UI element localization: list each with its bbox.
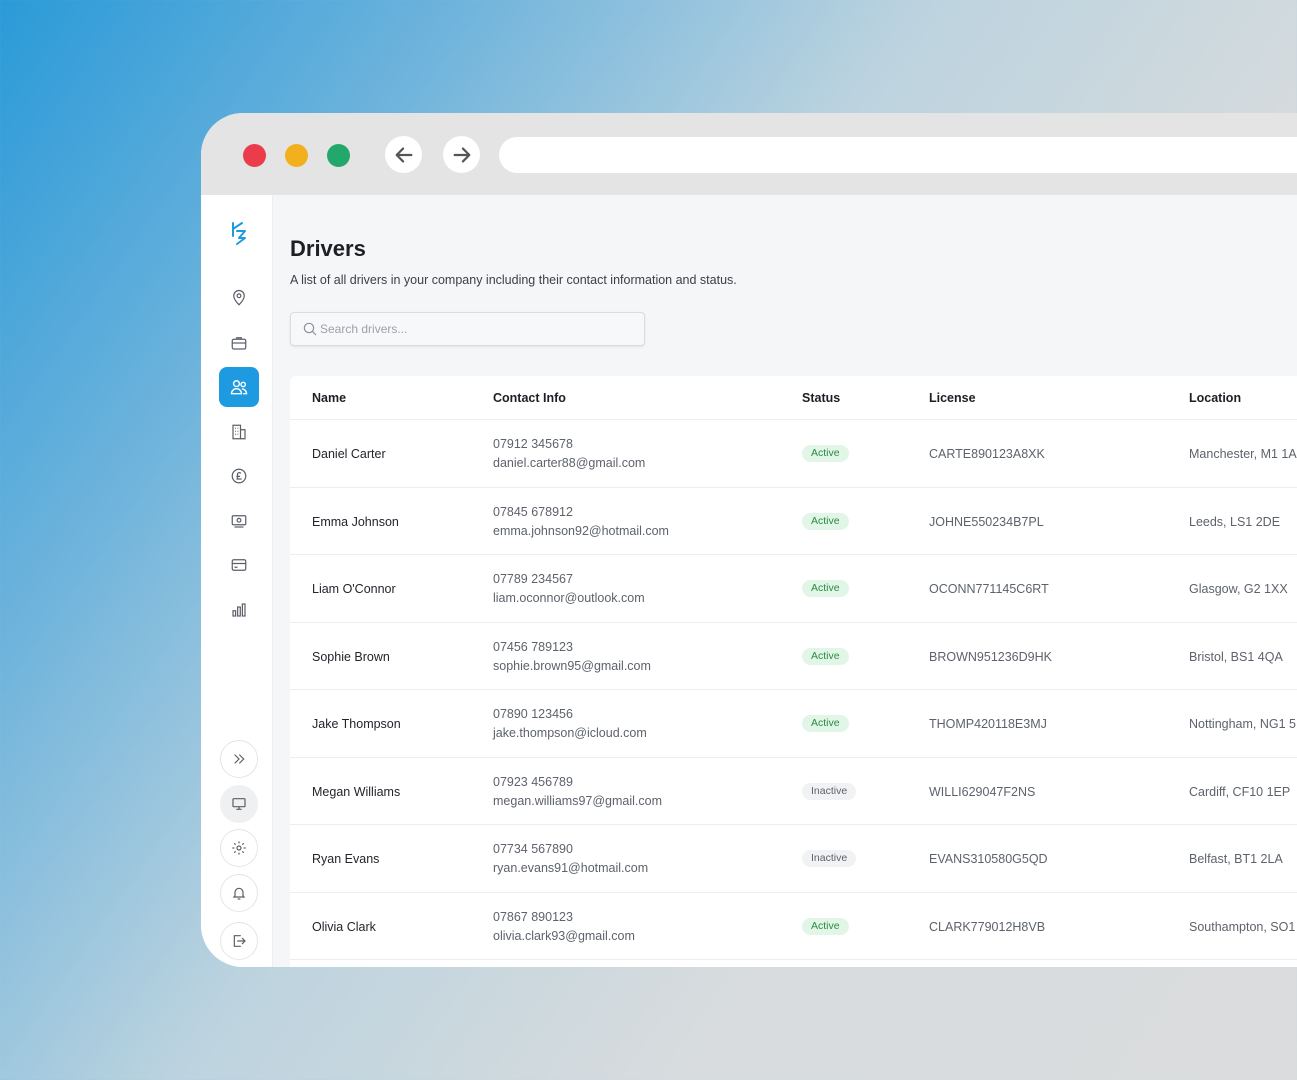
driver-license: OCONN771145C6RT: [929, 582, 1049, 596]
driver-name: Olivia Clark: [312, 919, 376, 934]
table-header: Name Contact Info Status License Locatio…: [290, 376, 1297, 420]
driver-location: Southampton, SO1: [1189, 919, 1296, 934]
driver-email: olivia.clark93@gmail.com: [493, 928, 635, 943]
column-header-license[interactable]: License: [929, 391, 976, 405]
drivers-table: Name Contact Info Status License Locatio…: [290, 376, 1297, 967]
table-row[interactable]: Liam O'Connor 07789 234567 liam.oconnor@…: [290, 555, 1297, 623]
driver-phone: 07789 234567: [493, 572, 573, 586]
location-pin-icon[interactable]: [219, 278, 259, 318]
users-icon[interactable]: [219, 367, 259, 407]
monitor-icon[interactable]: [220, 785, 258, 823]
driver-name: Emma Johnson: [312, 514, 399, 529]
driver-email: emma.johnson92@hotmail.com: [493, 523, 669, 538]
driver-phone: 07912 345678: [493, 437, 573, 451]
driver-phone: 07845 678912: [493, 504, 573, 519]
money-icon[interactable]: [219, 501, 259, 541]
driver-license: CARTE890123A8XK: [929, 447, 1045, 461]
table-row[interactable]: Emma Johnson 07845 678912 emma.johnson92…: [290, 488, 1297, 555]
status-badge: Active: [802, 512, 849, 530]
driver-email: megan.williams97@gmail.com: [493, 793, 662, 808]
sidebar: [201, 195, 273, 967]
driver-phone: 07923 456789: [493, 774, 573, 789]
chevrons-right-icon[interactable]: [220, 740, 258, 778]
table-row[interactable]: Ryan Evans 07734 567890 ryan.evans91@hot…: [290, 825, 1297, 893]
driver-email: sophie.brown95@gmail.com: [493, 658, 651, 673]
search-box: [290, 312, 645, 346]
driver-email: daniel.carter88@gmail.com: [493, 456, 646, 470]
driver-name: Liam O'Connor: [312, 582, 396, 596]
search-input[interactable]: [320, 313, 630, 345]
column-header-name[interactable]: Name: [312, 391, 346, 405]
driver-name: Megan Williams: [312, 784, 401, 799]
driver-location: Manchester, M1 1A: [1189, 447, 1297, 461]
status-badge: Active: [802, 647, 849, 665]
search-icon: [302, 321, 318, 342]
driver-email: jake.thompson@icloud.com: [493, 726, 647, 740]
driver-location: Cardiff, CF10 1EP: [1189, 784, 1291, 799]
browser-window: Drivers A list of all drivers in your co…: [201, 113, 1297, 967]
driver-name: Sophie Brown: [312, 649, 390, 664]
address-bar[interactable]: [499, 137, 1297, 173]
driver-location: Glasgow, G2 1XX: [1189, 582, 1288, 596]
bar-chart-icon[interactable]: [219, 590, 259, 630]
logo-icon[interactable]: [219, 213, 259, 253]
back-button[interactable]: [385, 136, 422, 173]
arrow-left-icon: [395, 146, 412, 163]
column-header-status[interactable]: Status: [802, 391, 840, 405]
pound-icon[interactable]: [219, 456, 259, 496]
table-row[interactable]: Sophie Brown 07456 789123 sophie.brown95…: [290, 623, 1297, 690]
minimize-window-button[interactable]: [285, 144, 308, 167]
briefcase-icon[interactable]: [219, 323, 259, 363]
driver-location: Belfast, BT1 2LA: [1189, 852, 1283, 866]
status-badge: Inactive: [802, 782, 857, 800]
driver-license: CLARK779012H8VB: [929, 919, 1046, 934]
driver-name: Ryan Evans: [312, 852, 380, 866]
gear-icon[interactable]: [220, 829, 258, 867]
forward-button[interactable]: [443, 136, 480, 173]
table-row[interactable]: Daniel Carter 07912 345678 daniel.carter…: [290, 420, 1297, 488]
status-badge: Active: [802, 445, 849, 462]
driver-name: Daniel Carter: [312, 447, 386, 461]
table-row[interactable]: Megan Williams 07923 456789 megan.willia…: [290, 758, 1297, 825]
driver-email: ryan.evans91@hotmail.com: [493, 861, 649, 875]
browser-titlebar: [201, 113, 1297, 195]
table-row[interactable]: Jake Thompson 07890 123456 jake.thompson…: [290, 690, 1297, 758]
driver-location: Leeds, LS1 2DE: [1189, 514, 1281, 529]
table-row[interactable]: Olivia Clark 07867 890123 olivia.clark93…: [290, 893, 1297, 960]
arrow-right-icon: [453, 146, 470, 163]
bell-icon[interactable]: [220, 874, 258, 912]
status-badge: Active: [802, 580, 849, 597]
credit-card-icon[interactable]: [219, 545, 259, 585]
driver-license: JOHNE550234B7PL: [929, 514, 1044, 529]
building-icon[interactable]: [219, 412, 259, 452]
page-title: Drivers: [290, 236, 366, 261]
maximize-window-button[interactable]: [327, 144, 350, 167]
page-subtitle: A list of all drivers in your company in…: [290, 273, 737, 287]
column-header-location[interactable]: Location: [1189, 391, 1241, 405]
driver-name: Jake Thompson: [312, 717, 401, 731]
status-badge: Active: [802, 715, 849, 732]
driver-phone: 07867 890123: [493, 909, 573, 924]
driver-license: EVANS310580G5QD: [929, 852, 1048, 866]
driver-email: liam.oconnor@outlook.com: [493, 591, 645, 605]
column-header-contact[interactable]: Contact Info: [493, 391, 566, 405]
driver-license: THOMP420118E3MJ: [929, 717, 1047, 731]
driver-phone: 07890 123456: [493, 707, 573, 721]
logout-icon[interactable]: [220, 922, 258, 960]
status-badge: Active: [802, 917, 849, 935]
status-badge: Inactive: [802, 850, 857, 867]
driver-phone: 07456 789123: [493, 639, 573, 654]
driver-location: Nottingham, NG1 5: [1189, 717, 1296, 731]
driver-phone: 07734 567890: [493, 842, 573, 856]
driver-license: WILLI629047F2NS: [929, 784, 1036, 799]
driver-license: BROWN951236D9HK: [929, 649, 1052, 664]
driver-location: Bristol, BS1 4QA: [1189, 649, 1283, 664]
main-content: Drivers A list of all drivers in your co…: [273, 195, 1297, 967]
close-window-button[interactable]: [243, 144, 266, 167]
